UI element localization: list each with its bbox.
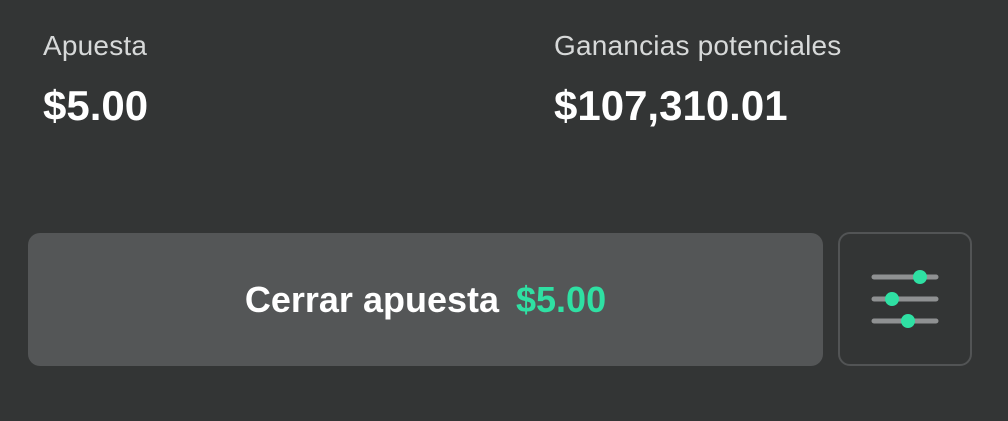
potential-winnings-summary: Ganancias potenciales $107,310.01 (554, 28, 842, 132)
cash-out-settings-button[interactable] (838, 232, 972, 366)
cash-out-label: Cerrar apuesta (244, 278, 500, 320)
potential-winnings-value: $107,310.01 (554, 82, 788, 129)
stake-summary: Apuesta $5.00 (43, 28, 148, 132)
potential-winnings-label: Ganancias potenciales (554, 30, 842, 61)
cash-out-amount: $5.00 (516, 278, 607, 320)
cash-out-button[interactable]: Cerrar apuesta $5.00 (28, 233, 823, 366)
stake-value: $5.00 (43, 82, 149, 129)
stake-label: Apuesta (43, 30, 148, 61)
sliders-icon (871, 270, 939, 328)
